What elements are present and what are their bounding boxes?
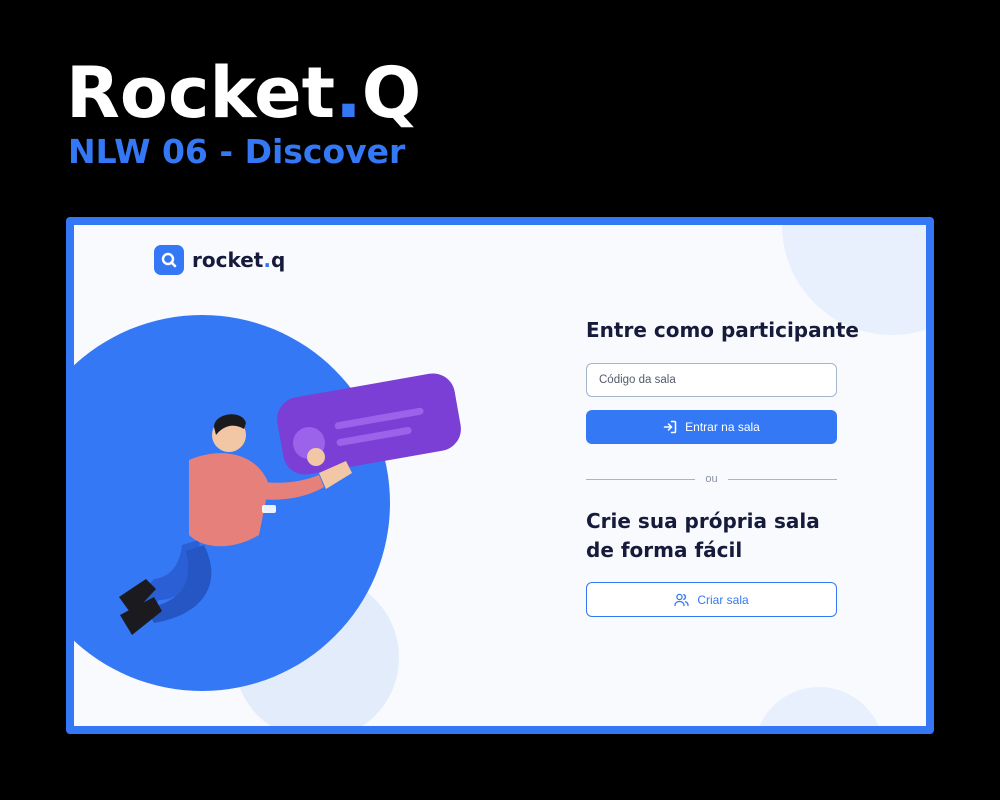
poster-title: Rocket.Q [66, 58, 421, 128]
users-icon [674, 593, 689, 607]
poster-title-main: Rocket [66, 52, 336, 134]
divider-line-right [727, 478, 837, 480]
app-logo[interactable]: rocket.q [154, 245, 285, 275]
logo-text-main: rocket [192, 248, 264, 272]
create-room-button[interactable]: Criar sala [586, 582, 837, 617]
poster-title-dot: . [335, 52, 362, 134]
divider-label: ou [705, 473, 718, 485]
logo-text-dot: . [263, 248, 271, 272]
app-window: rocket.q Entre como participante Código … [74, 225, 926, 726]
divider-line-left [586, 478, 696, 480]
room-code-input[interactable] [586, 363, 837, 397]
join-heading: Entre como participante [586, 318, 859, 342]
or-divider: ou [586, 473, 837, 485]
create-room-label: Criar sala [697, 592, 749, 607]
enter-room-label: Entrar na sala [685, 420, 760, 434]
enter-room-button[interactable]: Entrar na sala [586, 410, 837, 444]
search-bubble-icon [154, 245, 184, 275]
logo-text: rocket.q [192, 248, 285, 272]
question-card-illustration [277, 373, 461, 475]
join-panel: Entre como participante Entrar na sala o… [586, 225, 859, 726]
create-heading: Crie sua própria sala de forma fácil [586, 509, 820, 562]
hero-illustration [119, 373, 461, 635]
log-in-icon [663, 420, 677, 434]
poster-title-end: Q [361, 52, 422, 134]
logo-text-end: q [270, 248, 286, 272]
poster-subtitle: NLW 06 - Discover [68, 132, 406, 171]
